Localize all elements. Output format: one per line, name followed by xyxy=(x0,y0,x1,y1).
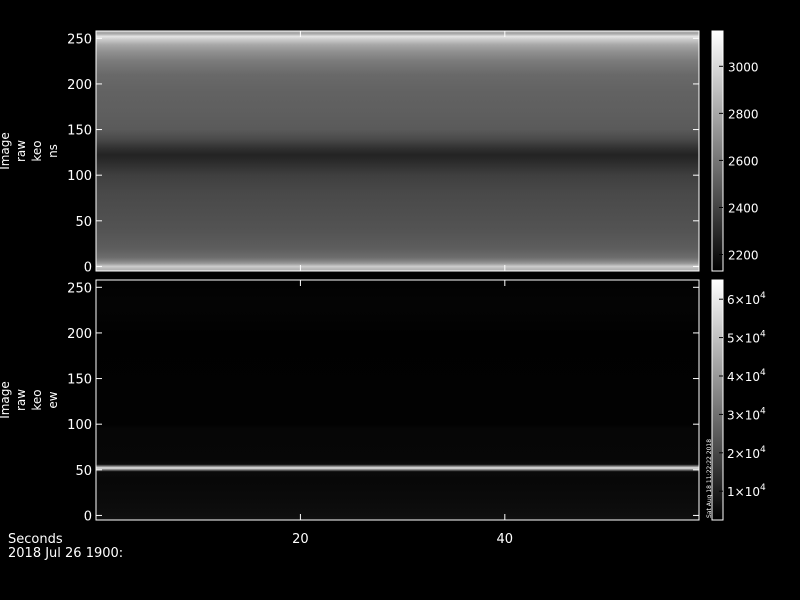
colorbar-tick-label: 4×104 xyxy=(727,368,766,384)
x-axis-tick-labels: 20 40 xyxy=(292,532,513,547)
panel-ew: 0 50 100 150 200 250 Image raw keo ew 1×104 2×104… xyxy=(0,279,766,524)
y-axis-title-word: ns xyxy=(46,144,60,158)
colorbar-tick-label: 3000 xyxy=(728,60,759,74)
colorbar-tick-label: 6×104 xyxy=(727,291,766,307)
y-tick-label: 100 xyxy=(67,169,92,184)
keogram-figure: 050100150200250 Image raw keo ns 2200240026… xyxy=(0,30,766,561)
y-axis-title-ns: Image raw keo ns xyxy=(0,132,60,170)
y-tick-label: 150 xyxy=(67,124,92,139)
x-axis-title: Seconds xyxy=(8,532,63,547)
y-tick-label: 50 xyxy=(75,215,92,230)
y-tick-label: 0 xyxy=(84,260,92,275)
colorbar-ns-ticks: 2200 2400 2600 2800 3000 xyxy=(719,60,759,263)
keogram-ew-image xyxy=(96,280,699,520)
colorbar-tick-label: 3×104 xyxy=(727,406,766,422)
colorbar-ew xyxy=(711,279,724,521)
panel-ns: 0 50 100 150 200 250 Image raw keo ns 2200 2400 26… xyxy=(0,30,759,275)
y-axis-title-word: raw xyxy=(14,389,28,411)
colorbar-ew-ticks: 1×104 2×104 3×104 4×104 5×104 6×104 xyxy=(719,291,766,499)
x-tick-label: 20 xyxy=(292,532,309,547)
colorbar-tick-label: 2400 xyxy=(728,201,759,215)
keogram-ns-image xyxy=(96,31,699,271)
y-tick-label: 250 xyxy=(67,32,92,47)
colorbar-tick-label: 5×104 xyxy=(727,330,766,346)
y-tick-label: 200 xyxy=(67,78,92,93)
y-axis-title-word: Image xyxy=(0,381,12,419)
y-axis-title-word: Image xyxy=(0,132,12,170)
timestamp-stamp: Sat Aug 18 11:22:22 2018 xyxy=(706,439,713,518)
y-tick-label: 50 xyxy=(75,464,92,479)
y-tick-label: 200 xyxy=(67,327,92,342)
y-tick-label: 250 xyxy=(67,281,92,296)
colorbar-ns xyxy=(711,30,724,272)
y-axis-title-word: keo xyxy=(30,389,44,410)
y-axis-title-word: raw xyxy=(14,140,28,162)
y-tick-label: 100 xyxy=(67,418,92,433)
y-tick-label: 0 xyxy=(84,509,92,524)
colorbar-tick-label: 2600 xyxy=(728,154,759,168)
x-tick-label: 40 xyxy=(497,532,514,547)
y-axis-title-word: ew xyxy=(46,391,60,408)
colorbar-tick-label: 2800 xyxy=(728,107,759,121)
colorbar-tick-label: 2200 xyxy=(728,249,759,263)
y-tick-label: 150 xyxy=(67,373,92,388)
y-axis-title-ew: Image raw keo ew xyxy=(0,381,60,419)
colorbar-tick-label: 1×104 xyxy=(727,483,766,499)
colorbar-tick-label: 2×104 xyxy=(727,445,766,461)
date-line: 2018 Jul 26 1900: xyxy=(8,546,123,561)
y-axis-title-word: keo xyxy=(30,140,44,161)
